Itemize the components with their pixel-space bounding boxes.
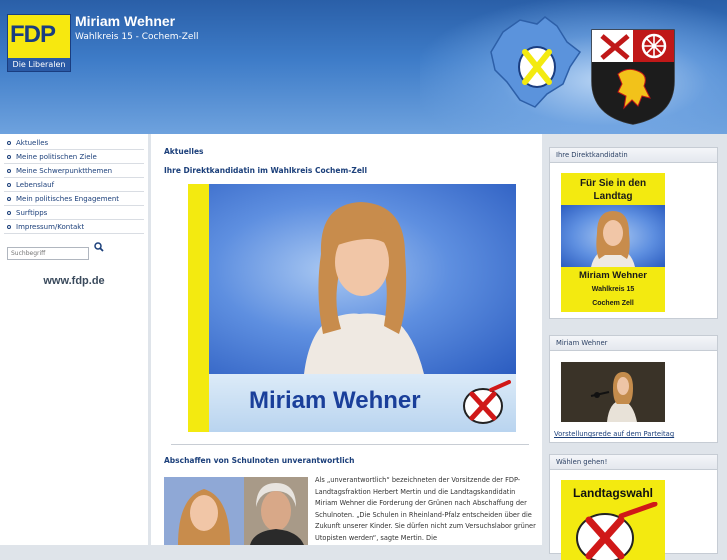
candidate-banner-image: Miriam Wehner [188, 184, 516, 432]
video-thumbnail[interactable] [561, 362, 665, 422]
nav-item-label: Aktuelles [16, 139, 49, 147]
nav-item-aktuelles[interactable]: Aktuelles [4, 136, 144, 150]
nav-item-ziele[interactable]: Meine politischen Ziele [4, 150, 144, 164]
video-link[interactable]: Vorstellungsrede auf dem Parteitag [554, 430, 674, 438]
bullet-icon [7, 141, 11, 145]
banner-name: Miriam Wehner [249, 387, 421, 414]
bullet-icon [7, 211, 11, 215]
poster-line2: Landtag [593, 191, 633, 202]
nav-item-schwerpunkte[interactable]: Meine Schwerpunktthemen [4, 164, 144, 178]
fdp-logo[interactable]: FDP Die Liberalen [7, 14, 71, 72]
poster-city: Cochem Zell [592, 300, 634, 307]
poster-wahlkreis: Wahlkreis 15 [591, 286, 635, 293]
election-poster[interactable]: Landtagswahl [561, 480, 665, 560]
vote-box: Wählen gehen! Landtagswahl [549, 454, 718, 560]
article-text: Als „unverantwortlich“ bezeichneten der … [315, 476, 536, 542]
site-header: FDP Die Liberalen Miriam Wehner Wahlkrei… [0, 0, 727, 134]
article-photo-icon [164, 477, 308, 545]
poster-photo [561, 205, 665, 267]
nav-item-label: Meine politischen Ziele [16, 153, 97, 161]
bullet-icon [7, 183, 11, 187]
ballot-cross-icon [576, 502, 658, 560]
site-title: Miriam Wehner [75, 13, 176, 29]
bullet-icon [7, 225, 11, 229]
nav-item-label: Impressum/Kontakt [16, 223, 85, 231]
poster-headline: Für Sie in den Landtag [561, 177, 665, 203]
banner-namebar: Miriam Wehner [209, 374, 516, 432]
main-content: Aktuelles Ihre Direktkandidatin im Wahlk… [151, 134, 542, 545]
nav-item-impressum[interactable]: Impressum/Kontakt [4, 220, 144, 234]
site-subtitle: Wahlkreis 15 - Cochem-Zell [75, 32, 199, 42]
box-heading: Ihre Direktkandidatin [550, 148, 717, 163]
search-form [7, 240, 104, 260]
candidate-portrait-icon [591, 211, 635, 267]
right-sidebar: Ihre Direktkandidatin Für Sie in den Land… [546, 134, 727, 560]
coat-of-arms-icon [591, 29, 675, 125]
main-navigation: Aktuelles Meine politischen Ziele Meine … [0, 136, 148, 234]
box-heading: Wählen gehen! [550, 455, 717, 470]
article-title-link[interactable]: Ihre Direktkandidatin im Wahlkreis Coche… [164, 166, 367, 175]
video-box: Miriam Wehner Vorstellungsrede auf dem P… [549, 335, 718, 443]
bullet-icon [7, 155, 11, 159]
ballot-cross-icon [463, 380, 511, 424]
nav-item-engagement[interactable]: Mein politisches Engagement [4, 192, 144, 206]
speaker-video-icon [561, 362, 665, 422]
bullet-icon [7, 197, 11, 201]
candidate-box: Ihre Direktkandidatin Für Sie in den Land… [549, 147, 718, 319]
nav-item-label: Lebenslauf [16, 181, 55, 189]
nav-item-label: Mein politisches Engagement [16, 195, 120, 203]
nav-item-surftipps[interactable]: Surftipps [4, 206, 144, 220]
left-sidebar: Aktuelles Meine politischen Ziele Meine … [0, 134, 148, 545]
candidate-photo [209, 184, 516, 374]
search-input[interactable] [7, 247, 89, 260]
election-poster-text: Landtagswahl [572, 486, 653, 500]
search-icon[interactable] [94, 242, 104, 252]
candidate-poster[interactable]: Für Sie in den Landtag Miriam Wehner Wahl… [561, 173, 665, 312]
box-heading: Miriam Wehner [550, 336, 717, 351]
fdp-website-link[interactable]: www.fdp.de [0, 275, 148, 287]
logo-subtext: Die Liberalen [8, 58, 70, 71]
article-divider [171, 444, 529, 445]
nav-item-label: Meine Schwerpunktthemen [16, 167, 113, 175]
state-map-icon [490, 16, 582, 108]
nav-item-lebenslauf[interactable]: Lebenslauf [4, 178, 144, 192]
nav-item-label: Surftipps [16, 209, 48, 217]
poster-line1: Für Sie in den [579, 178, 647, 189]
bullet-icon [7, 169, 11, 173]
article-photo [164, 477, 308, 545]
poster-name: Miriam Wehner [579, 270, 647, 281]
candidate-portrait-icon [304, 202, 424, 374]
section-title: Aktuelles [164, 147, 204, 156]
logo-text: FDP [10, 21, 56, 48]
article-title-link[interactable]: Abschaffen von Schulnoten unverantwortli… [164, 456, 354, 465]
